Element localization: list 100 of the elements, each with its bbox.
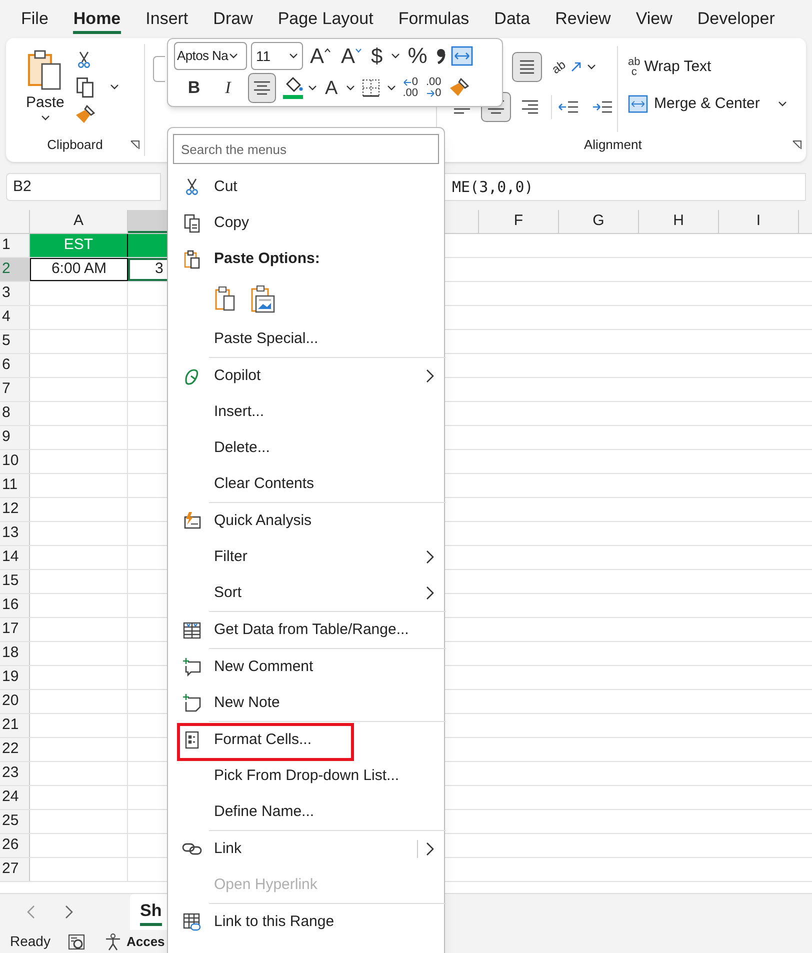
ribbon-tab[interactable]: File [21, 4, 48, 34]
row-header[interactable]: 21 [0, 714, 30, 737]
row-header[interactable]: 3 [0, 282, 30, 305]
ribbon-tab[interactable]: Draw [213, 4, 253, 34]
row-header[interactable]: 10 [0, 450, 30, 473]
row-header[interactable]: 13 [0, 522, 30, 545]
menu-item[interactable]: Format Cells... [170, 722, 442, 758]
row-header[interactable]: 18 [0, 642, 30, 665]
column-header[interactable]: I [719, 210, 799, 233]
caret-icon [289, 53, 298, 59]
menu-item[interactable]: Define Name... [170, 794, 442, 830]
dialog-launcher-icon[interactable] [130, 140, 140, 150]
menu-item[interactable]: Clear Contents [170, 466, 442, 502]
row-header[interactable]: 20 [0, 690, 30, 713]
caret-icon [229, 53, 238, 59]
align-center-button[interactable] [248, 73, 276, 103]
row-header[interactable]: 23 [0, 762, 30, 785]
row-header[interactable]: 7 [0, 378, 30, 401]
copy-icon [182, 213, 202, 233]
menu-item[interactable]: Sort [170, 575, 442, 611]
menu-item[interactable]: Insert... [170, 394, 442, 430]
row-header[interactable]: 25 [0, 810, 30, 833]
row-header[interactable]: 27 [0, 858, 30, 881]
row-header[interactable]: 19 [0, 666, 30, 689]
row-header[interactable]: 14 [0, 546, 30, 569]
row-header[interactable]: 15 [0, 570, 30, 593]
menu-item[interactable]: Delete... [170, 430, 442, 466]
decrease-font-button[interactable]: A [338, 46, 366, 66]
macro-record-icon[interactable] [68, 934, 86, 950]
menu-item[interactable]: Get Data from Table/Range... [170, 612, 442, 648]
row-header[interactable]: 17 [0, 618, 30, 641]
row-header[interactable]: 24 [0, 786, 30, 809]
currency-button[interactable]: $ [369, 46, 385, 66]
menu-item[interactable]: Filter [170, 539, 442, 575]
font-name-dropdown[interactable]: Aptos Na [174, 42, 247, 70]
row-header[interactable]: 9 [0, 426, 30, 449]
menu-item[interactable]: Link [170, 831, 442, 867]
row-header[interactable]: 1 [0, 234, 30, 257]
row-header[interactable]: 4 [0, 306, 30, 329]
ribbon-tab[interactable]: Data [494, 4, 530, 34]
dialog-launcher-icon[interactable] [792, 140, 802, 150]
accessibility-status[interactable]: Acces [126, 932, 165, 952]
chevron-left-icon[interactable] [26, 905, 35, 919]
comma-style-icon[interactable] [435, 46, 448, 66]
arrow-icon [402, 79, 412, 86]
status-text: Ready [10, 932, 50, 951]
row-header[interactable]: 22 [0, 738, 30, 761]
font-size-dropdown[interactable]: 11 [251, 42, 303, 70]
paste-button[interactable]: Paste [26, 48, 64, 134]
row-header[interactable]: 11 [0, 474, 30, 497]
increase-decimal-button[interactable]: 0 .00 [402, 77, 419, 99]
row-header[interactable]: 26 [0, 834, 30, 857]
ribbon-tab[interactable]: Page Layout [278, 4, 374, 34]
menu-item[interactable]: Copilot [170, 358, 442, 394]
merge-cells-icon[interactable] [451, 46, 474, 66]
menu-item[interactable]: Copy [170, 205, 442, 241]
ribbon-tab[interactable]: Developer [697, 4, 775, 34]
fill-color-icon[interactable] [282, 76, 304, 100]
name-box[interactable]: B2 [6, 173, 161, 201]
accessibility-icon[interactable] [104, 932, 122, 950]
percent-button[interactable]: % [404, 45, 432, 67]
menu-item[interactable]: New Comment [170, 649, 442, 685]
row-header[interactable]: 12 [0, 498, 30, 521]
merge-center-button[interactable]: Merge & Center [628, 92, 787, 115]
borders-icon[interactable] [360, 78, 381, 98]
row-header[interactable]: 5 [0, 330, 30, 353]
ribbon-tab[interactable]: Insert [146, 4, 188, 34]
bold-button[interactable]: B [180, 74, 208, 102]
menu-item[interactable]: Pick From Drop-down List... [170, 758, 442, 794]
orientation-button[interactable]: ab [552, 58, 596, 76]
table-link-icon [182, 912, 202, 932]
menu-item[interactable]: Quick Analysis [170, 503, 442, 539]
row-header[interactable]: 2 [0, 258, 30, 281]
copy-icon[interactable] [74, 76, 96, 98]
column-header[interactable]: F [479, 210, 559, 233]
caret-icon [386, 85, 396, 91]
arrow-icon [426, 90, 436, 97]
chevron-right-icon[interactable] [65, 905, 74, 919]
font-color-button[interactable]: A [323, 78, 340, 98]
column-header[interactable]: H [639, 210, 719, 233]
row-header[interactable]: 6 [0, 354, 30, 377]
chevron-right-icon [426, 550, 434, 564]
row-header[interactable]: 8 [0, 402, 30, 425]
decrease-decimal-button[interactable]: .00 0 [424, 77, 442, 99]
ribbon-tab[interactable]: View [636, 4, 672, 34]
chevron-right-icon [426, 842, 434, 856]
align-bottom-button[interactable] [512, 52, 542, 82]
italic-button[interactable]: I [214, 74, 242, 102]
ribbon-tab[interactable]: Home [73, 4, 121, 34]
search-field[interactable]: Search the menus [174, 135, 438, 163]
menu-item[interactable]: New Note [170, 685, 442, 721]
row-header[interactable]: 16 [0, 594, 30, 617]
font-name-field[interactable] [153, 56, 165, 82]
ribbon-tab[interactable]: Review [555, 4, 611, 34]
menu-item[interactable]: Paste Special... [170, 321, 442, 357]
column-header[interactable]: G [559, 210, 639, 233]
table-cell: 6:00 AM [30, 258, 128, 281]
table-cell: EST [30, 234, 128, 257]
increase-font-button[interactable]: A [307, 46, 334, 66]
ribbon-tab[interactable]: Formulas [398, 4, 470, 34]
